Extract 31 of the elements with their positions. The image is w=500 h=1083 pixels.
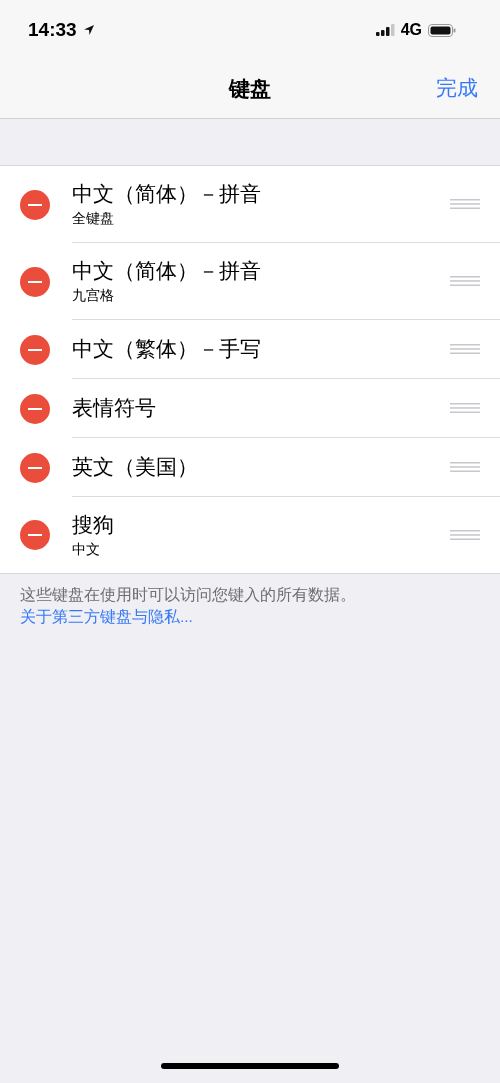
keyboard-subtitle: 全键盘: [72, 209, 115, 228]
reorder-handle-icon[interactable]: [450, 529, 480, 541]
footer-note: 这些键盘在使用时可以访问您键入的所有数据。: [20, 586, 356, 603]
keyboard-name: 中文（简体）－拼音: [72, 258, 261, 284]
page-title: 键盘: [229, 76, 271, 102]
privacy-link[interactable]: 关于第三方键盘与隐私...: [20, 608, 193, 625]
keyboard-name: 中文（繁体）－手写: [72, 336, 261, 362]
battery-icon: [428, 23, 456, 37]
delete-button[interactable]: [20, 189, 50, 220]
reorder-handle-icon[interactable]: [450, 461, 480, 473]
delete-button[interactable]: [20, 452, 50, 483]
signal-icon: [375, 24, 395, 36]
delete-button[interactable]: [20, 520, 50, 550]
keyboard-name: 表情符号: [72, 395, 156, 421]
delete-button[interactable]: [20, 334, 50, 365]
reorder-handle-icon[interactable]: [450, 275, 480, 287]
keyboard-subtitle: 中文: [72, 540, 101, 559]
clock-time: 14:33: [28, 19, 77, 41]
keyboard-subtitle: 九宫格: [72, 286, 115, 305]
keyboard-name: 英文（美国）: [72, 454, 198, 480]
delete-button[interactable]: [20, 393, 50, 424]
keyboard-name: 中文（简体）－拼音: [72, 181, 261, 207]
delete-button[interactable]: [20, 266, 50, 297]
network-label: 4G: [400, 21, 422, 39]
reorder-handle-icon[interactable]: [450, 343, 480, 355]
home-indicator[interactable]: [161, 1063, 339, 1069]
reorder-handle-icon[interactable]: [450, 402, 480, 414]
location-arrow-icon: [82, 24, 95, 36]
keyboard-name: 搜狗: [72, 512, 114, 538]
done-button[interactable]: 完成: [436, 74, 478, 102]
reorder-handle-icon[interactable]: [450, 198, 480, 210]
